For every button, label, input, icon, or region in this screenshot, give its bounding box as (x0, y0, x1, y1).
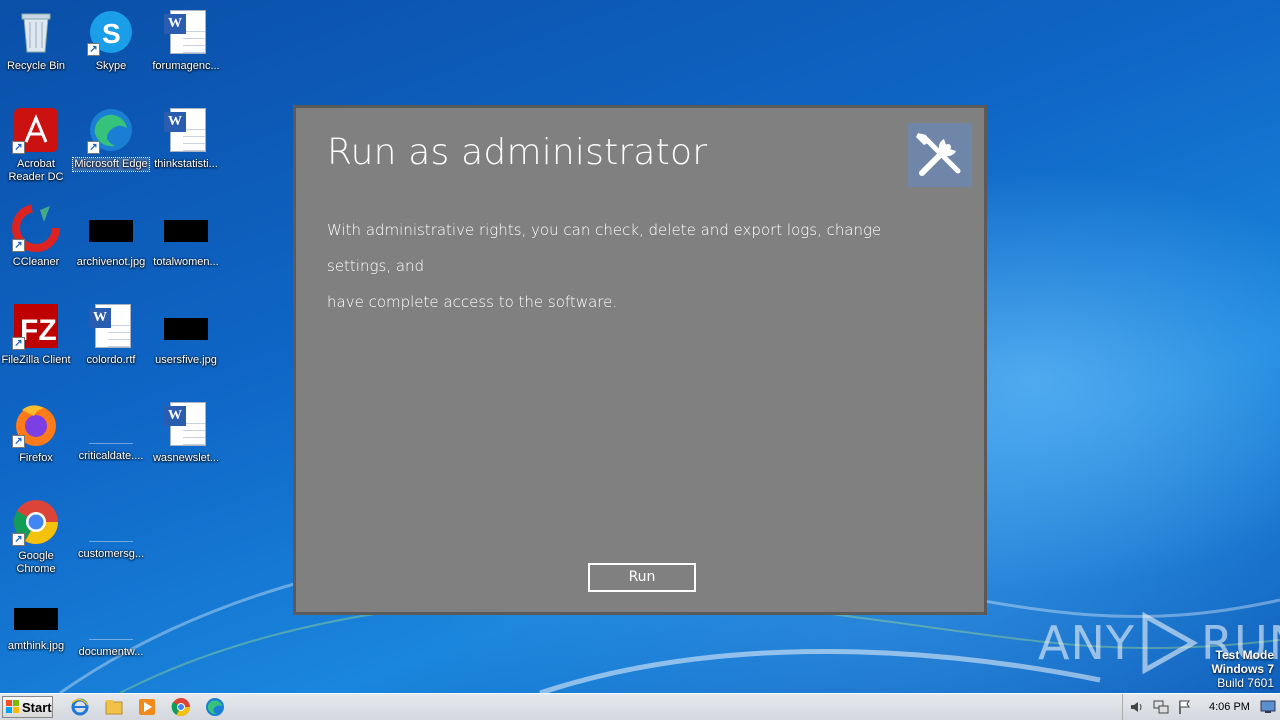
edge-icon: ↗ (87, 106, 135, 154)
shortcut-arrow-icon: ↗ (87, 141, 100, 154)
desktop-icon-label: criticaldate.... (78, 450, 144, 462)
word-document-icon: W (162, 8, 210, 56)
desktop-icon-label: thinkstatisti... (154, 158, 218, 170)
desktop-icon-ccleaner[interactable]: ↗ CCleaner (0, 204, 74, 270)
volume-icon[interactable] (1129, 699, 1145, 715)
tools-icon (908, 123, 972, 187)
desktop-icon-label: Google Chrome (16, 550, 56, 575)
internet-explorer-icon[interactable] (70, 697, 90, 717)
desktop-icon-forumagenc[interactable]: W forumagenc... (148, 8, 224, 74)
edge-icon[interactable] (205, 697, 225, 717)
desktop-icon-chrome[interactable]: ↗ Google Chrome (0, 498, 74, 577)
svg-text:FZ: FZ (20, 314, 57, 347)
os-label: Windows 7 (1211, 662, 1274, 676)
desktop-icon-filezilla[interactable]: FZ ↗ FileZilla Client (0, 302, 74, 368)
image-file-icon (162, 314, 210, 350)
blank-file-icon (87, 418, 135, 446)
skype-icon: S ↗ (87, 8, 135, 56)
word-document-icon: W (87, 302, 135, 350)
ccleaner-icon: ↗ (12, 204, 60, 252)
shortcut-arrow-icon: ↗ (12, 239, 25, 252)
image-file-icon (87, 216, 135, 252)
desktop-icon-customersg[interactable]: customersg... (73, 516, 149, 562)
desktop-icon-label: wasnewslet... (152, 452, 220, 464)
desktop-icon-colordo[interactable]: W colordo.rtf (73, 302, 149, 368)
desktop-icon-acrobat[interactable]: ↗ Acrobat Reader DC (0, 106, 74, 185)
clock[interactable]: 4:06 PM (1209, 701, 1250, 713)
chrome-icon: ↗ (12, 498, 60, 546)
desktop-icon-label: customersg... (77, 548, 145, 560)
windows-logo-icon (6, 700, 19, 713)
shortcut-arrow-icon: ↗ (12, 337, 25, 350)
blank-file-icon (87, 516, 135, 544)
taskbar: Start 4:06 PM (0, 693, 1280, 720)
word-document-icon: W (162, 106, 210, 154)
desktop-icon-label: documentw... (78, 646, 144, 658)
desktop-icon-label: Recycle Bin (6, 60, 66, 72)
desktop-icon-wasnewslet[interactable]: W wasnewslet... (148, 400, 224, 466)
system-tray (1122, 694, 1280, 720)
desktop-icon-label: forumagenc... (152, 60, 220, 72)
desktop-icon-label: Acrobat Reader DC (8, 158, 64, 183)
desktop-icon-label: usersfive.jpg (155, 354, 217, 366)
shortcut-arrow-icon: ↗ (12, 533, 25, 546)
desktop-icon-documentw[interactable]: documentw... (73, 614, 149, 660)
image-file-icon (12, 604, 60, 636)
desktop-icon-edge[interactable]: ↗ Microsoft Edge (72, 106, 150, 172)
desktop-icon-thinkstatisti[interactable]: W thinkstatisti... (148, 106, 224, 172)
show-desktop-icon[interactable] (1260, 700, 1276, 714)
run-as-admin-dialog: Run as administrator With administrative… (293, 105, 987, 615)
desktop-icon-label: Microsoft Edge (72, 157, 150, 172)
dialog-body-line: have complete access to the software. (327, 293, 618, 311)
blank-file-icon (87, 614, 135, 642)
image-file-icon (162, 216, 210, 252)
desktop-icon-label: Firefox (19, 452, 53, 464)
dialog-body: With administrative rights, you can chec… (327, 212, 947, 320)
play-icon (1142, 612, 1199, 674)
desktop-icon-label: archivenot.jpg (76, 256, 146, 268)
action-center-flag-icon[interactable] (1177, 699, 1193, 715)
desktop: Recycle Bin ↗ Acrobat Reader DC ↗ CClean… (0, 0, 1280, 693)
media-player-icon[interactable] (137, 697, 157, 717)
desktop-icon-recycle-bin[interactable]: Recycle Bin (0, 8, 74, 74)
desktop-icon-usersfive[interactable]: usersfive.jpg (148, 314, 224, 368)
filezilla-icon: FZ ↗ (12, 302, 60, 350)
desktop-icon-label: CCleaner (12, 256, 60, 268)
desktop-icon-criticaldate[interactable]: criticaldate.... (73, 418, 149, 464)
dialog-title: Run as administrator (327, 132, 708, 173)
desktop-icon-label: totalwomen... (153, 256, 219, 268)
desktop-icon-label: colordo.rtf (86, 354, 136, 366)
desktop-icon-label: FileZilla Client (1, 354, 71, 366)
svg-text:S: S (102, 18, 121, 49)
desktop-icon-totalwomen[interactable]: totalwomen... (148, 216, 224, 270)
desktop-icon-label: amthink.jpg (7, 640, 65, 652)
desktop-icon-archivenot[interactable]: archivenot.jpg (73, 216, 149, 270)
shortcut-arrow-icon: ↗ (87, 43, 100, 56)
network-icon[interactable] (1153, 699, 1169, 715)
shortcut-arrow-icon: ↗ (12, 141, 25, 154)
recycle-bin-icon (12, 8, 60, 56)
start-label: Start (22, 699, 52, 715)
desktop-icon-amthink[interactable]: amthink.jpg (0, 604, 74, 654)
chrome-icon[interactable] (171, 697, 191, 717)
dialog-body-line: With administrative rights, you can chec… (327, 221, 882, 275)
build-label: Build 7601 (1217, 676, 1274, 690)
acrobat-reader-icon: ↗ (12, 106, 60, 154)
desktop-icon-skype[interactable]: S ↗ Skype (73, 8, 149, 74)
test-mode-watermark: Test Mode Windows 7 Build 7601 (1211, 648, 1274, 690)
shortcut-arrow-icon: ↗ (12, 435, 25, 448)
word-document-icon: W (162, 400, 210, 448)
start-button[interactable]: Start (2, 696, 53, 718)
run-button[interactable]: Run (588, 563, 696, 592)
logo-text-left: ANY (1038, 616, 1135, 670)
firefox-icon: ↗ (12, 400, 60, 448)
explorer-icon[interactable] (104, 697, 124, 717)
test-mode-label: Test Mode (1215, 648, 1274, 662)
desktop-icon-label: Skype (95, 60, 127, 72)
desktop-icon-firefox[interactable]: ↗ Firefox (0, 400, 74, 466)
